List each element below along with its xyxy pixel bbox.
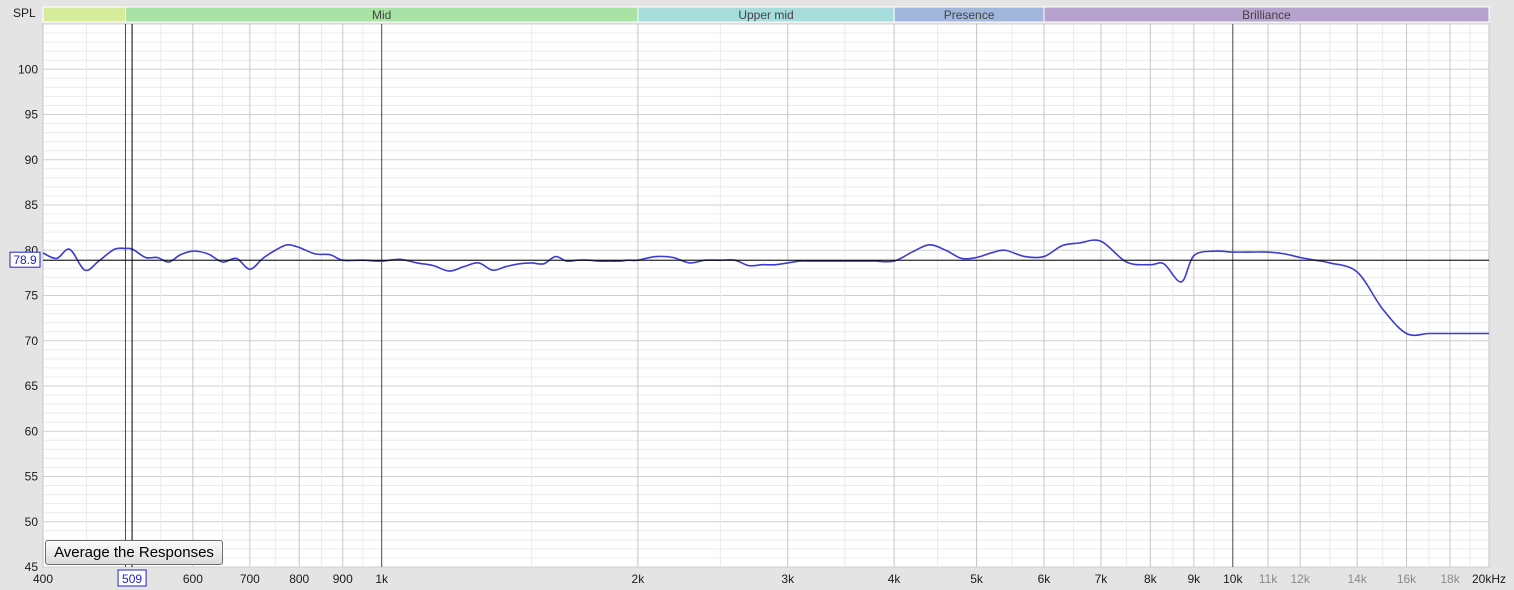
x-tick-label: 20kHz	[1472, 572, 1506, 586]
y-tick-label: 70	[25, 334, 39, 348]
band-label-1: Mid	[372, 8, 391, 22]
x-tick-label: 600	[183, 572, 203, 586]
x-tick-label: 800	[289, 572, 309, 586]
x-tick-label: 700	[240, 572, 260, 586]
x-axis-ticks: 400 600 700 800 900 1k 2k 3k 4k 5k 6k 7k 8k 9k 10k 11k 1…	[33, 572, 1506, 586]
band-0	[42, 6, 126, 23]
y-axis-ticks: 4550556065707580859095100	[18, 62, 38, 574]
band-label-4: Brilliance	[1242, 8, 1291, 22]
y-tick-label: 50	[25, 515, 39, 529]
y-tick-label: 75	[25, 289, 39, 303]
x-tick-label: 18k	[1440, 572, 1460, 586]
x-tick-label: 3k	[781, 572, 795, 586]
x-tick-label: 9k	[1188, 572, 1202, 586]
y-tick-label: 95	[25, 108, 39, 122]
frequency-bands: Mid Upper mid Presence Brilliance	[42, 6, 1490, 23]
x-tick-label: 2k	[632, 572, 646, 586]
x-tick-label: 11k	[1259, 572, 1278, 586]
average-responses-button[interactable]: Average the Responses	[45, 540, 223, 565]
y-tick-label: 60	[25, 424, 39, 438]
x-tick-label: 400	[33, 572, 53, 586]
y-tick-label: 100	[18, 62, 38, 76]
y-axis-label: SPL	[13, 6, 36, 20]
band-label-3: Presence	[944, 8, 995, 22]
x-tick-label: 5k	[970, 572, 984, 586]
y-tick-label: 90	[25, 153, 39, 167]
band-label-2: Upper mid	[738, 8, 793, 22]
x-tick-label: 16k	[1397, 572, 1417, 586]
frequency-response-chart[interactable]: Mid Upper mid Presence Brilliance 455055606…	[0, 0, 1514, 590]
y-tick-label: 55	[25, 470, 39, 484]
x-tick-label: 10k	[1223, 572, 1243, 586]
x-tick-label: 7k	[1095, 572, 1109, 586]
y-tick-label: 65	[25, 379, 39, 393]
x-tick-label: 6k	[1038, 572, 1052, 586]
chart-root: Mid Upper mid Presence Brilliance 45 50 55 60 6…	[0, 0, 1514, 590]
x-tick-label: 8k	[1144, 572, 1158, 586]
cursor-y-value: 78.9	[13, 253, 37, 267]
x-tick-label: 1k	[375, 572, 389, 586]
x-tick-label: 900	[333, 572, 353, 586]
y-tick-label: 85	[25, 198, 39, 212]
x-tick-label: 12k	[1291, 572, 1311, 586]
x-tick-label: 4k	[888, 572, 902, 586]
cursor-x-value: 509	[122, 572, 142, 586]
grid	[42, 23, 1490, 568]
x-tick-label: 14k	[1347, 572, 1367, 586]
